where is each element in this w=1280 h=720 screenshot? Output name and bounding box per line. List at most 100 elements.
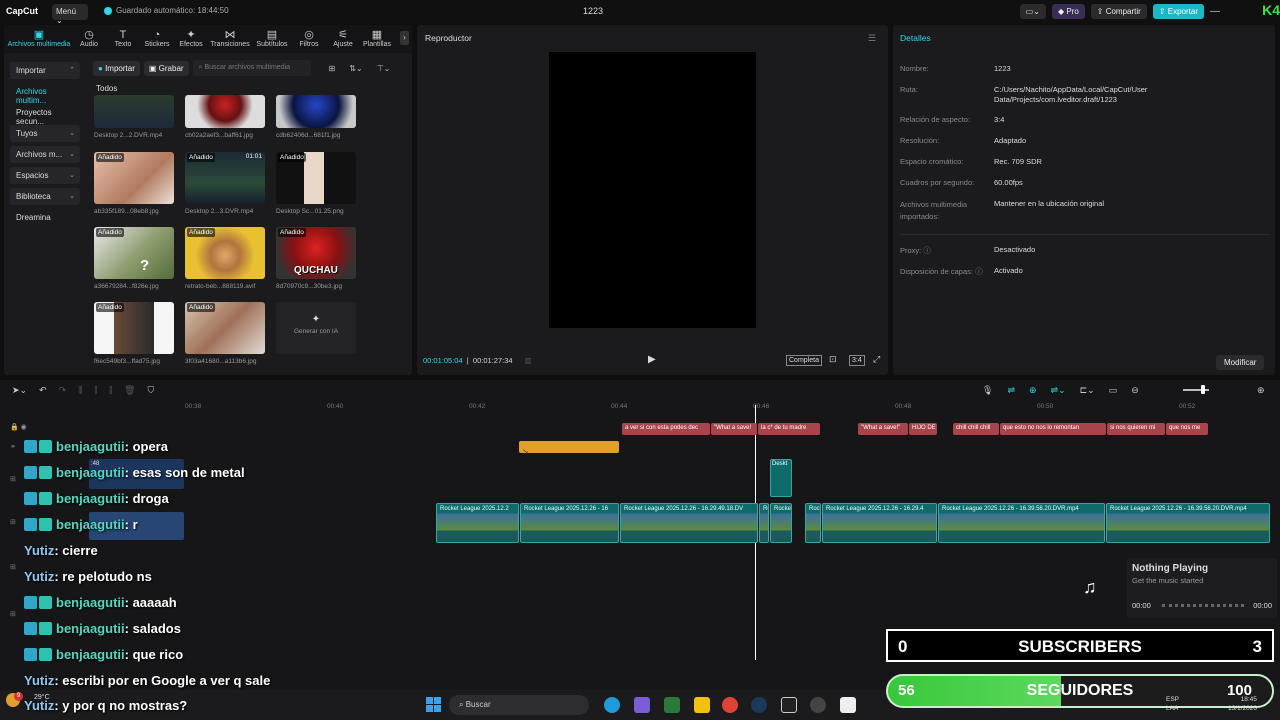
- delete-icon[interactable]: 🗑: [124, 385, 135, 396]
- steam-icon[interactable]: [751, 697, 767, 713]
- preview-axis-icon[interactable]: ⊏⌄: [1080, 385, 1095, 396]
- track-add-icon[interactable]: ⊞: [10, 610, 16, 618]
- epic-games-icon[interactable]: [781, 697, 797, 713]
- modify-button[interactable]: Modificar: [1216, 355, 1265, 370]
- text-clip[interactable]: a ver si con esta podes dec: [622, 423, 710, 435]
- track-add-icon[interactable]: ⊞: [10, 518, 16, 526]
- file-explorer-icon[interactable]: [694, 697, 710, 713]
- video-clip[interactable]: Rocket League 2025.12.26 - 16.39.58.20.D…: [1106, 503, 1270, 543]
- tab-adjust[interactable]: ⚟ Ajuste: [326, 27, 360, 48]
- share-button[interactable]: ⇪ Compartir: [1090, 4, 1147, 19]
- text-clip[interactable]: HIJO DE: [909, 423, 937, 435]
- crop-icon[interactable]: ⊡: [829, 354, 837, 365]
- magnet-icon[interactable]: ⊕: [1029, 385, 1037, 396]
- media-item[interactable]: Añadido retrato-beb...888119.avif: [185, 227, 265, 290]
- zoom-slider[interactable]: [1183, 389, 1209, 391]
- clock[interactable]: 18:45 13/1/2026: [1228, 695, 1257, 713]
- media-item[interactable]: Desktop 2...2.DVR.mp4: [94, 95, 174, 139]
- audio-clip[interactable]: ↘: [519, 441, 619, 456]
- language-indicator[interactable]: ESP LAA: [1166, 695, 1179, 713]
- view-grid-icon[interactable]: ⊞: [329, 64, 336, 73]
- zoom-out-icon[interactable]: ⊖: [1131, 385, 1139, 396]
- sidebar-item-import[interactable]: Importar ⌃: [10, 62, 80, 79]
- menu-button[interactable]: Menú ⌄: [52, 4, 88, 25]
- app-icon[interactable]: [810, 697, 826, 713]
- video-clip[interactable]: Ro: [759, 503, 769, 543]
- media-item[interactable]: Añadido 3f03a41680...a113b6.jpg: [185, 302, 265, 365]
- chevron-right-icon[interactable]: ›: [400, 31, 409, 45]
- caption-icon[interactable]: ▭: [1109, 385, 1118, 396]
- split-left-icon[interactable]: ⫿: [94, 385, 97, 396]
- video-clip[interactable]: Rocket League 2025.12.26 - 16.29.4: [822, 503, 937, 543]
- video-clip[interactable]: Roc: [805, 503, 821, 543]
- tab-subtitles[interactable]: ▤ Subtítulos: [252, 27, 292, 48]
- media-item[interactable]: Añadido ab335f189...08eb8.jpg: [94, 152, 174, 215]
- mic-icon[interactable]: 🎙: [982, 385, 993, 396]
- sidebar-item-files[interactable]: Archivos m... ⌄: [10, 146, 80, 163]
- timeline-ruler[interactable]: 00:38 00:40 00:42 00:44 00:46 00:48 00:5…: [185, 403, 1275, 413]
- sidebar-item-dreamina[interactable]: Dreamina: [10, 209, 80, 226]
- taskbar-search[interactable]: ⌕ Buscar: [449, 695, 589, 715]
- small-video-clip[interactable]: Deskt: [770, 459, 792, 497]
- tab-filters[interactable]: ◎ Filtros: [292, 27, 326, 48]
- track-add-icon[interactable]: ⊞: [10, 475, 16, 483]
- link-icon[interactable]: ⇌: [1007, 385, 1015, 396]
- tab-templates[interactable]: ▦ Plantillas: [360, 27, 394, 48]
- split-icon[interactable]: ⫼: [78, 385, 82, 396]
- search-input[interactable]: ⌕ Buscar archivos multimedia: [192, 60, 311, 76]
- media-item[interactable]: cb02a2aef3...baff61.jpg: [185, 95, 265, 139]
- chrome-icon[interactable]: [722, 697, 738, 713]
- media-item[interactable]: Añadido f6ec549bf3...ffad75.jpg: [94, 302, 174, 365]
- video-preview[interactable]: [549, 52, 756, 328]
- generate-ai-button[interactable]: ✦ Generar con IA: [276, 302, 356, 354]
- tab-text[interactable]: T Texto: [106, 27, 140, 48]
- record-button[interactable]: ▣ Grabar: [143, 60, 189, 76]
- app-icon[interactable]: [664, 697, 680, 713]
- eye-icon[interactable]: ◉: [21, 424, 27, 431]
- export-button[interactable]: ⇧ Exportar: [1152, 4, 1204, 19]
- tab-audio[interactable]: ◷ Audio: [72, 27, 106, 48]
- import-button[interactable]: ● Importar: [93, 60, 140, 76]
- app-icon[interactable]: [634, 697, 650, 713]
- text-clip[interactable]: si nos quieren mi: [1107, 423, 1165, 435]
- video-clip[interactable]: Rocket League 2025.12.2: [436, 503, 519, 543]
- shield-icon[interactable]: ⛉: [148, 385, 155, 396]
- sort-icon[interactable]: ⇅⌄: [349, 64, 362, 73]
- media-item[interactable]: cdb62406d...681f1.jpg: [276, 95, 356, 139]
- snap-icon[interactable]: ⇌⌄: [1051, 385, 1066, 396]
- text-clip[interactable]: "What a save!: [711, 423, 757, 435]
- layout-icon[interactable]: ▭⌄: [1019, 4, 1046, 19]
- text-clip[interactable]: que nos me: [1166, 423, 1208, 435]
- lock-icon[interactable]: 🔒: [10, 424, 19, 431]
- sidebar-item-library[interactable]: Biblioteca ⌄: [10, 188, 80, 205]
- text-clip[interactable]: la c* de tu madre: [758, 423, 820, 435]
- media-item[interactable]: Añadido QUCHAU 8d70970c9...30be3.jpg: [276, 227, 356, 290]
- minimize-icon[interactable]: —: [1210, 6, 1220, 17]
- text-clip[interactable]: "What a save!": [858, 423, 908, 435]
- edge-icon[interactable]: [604, 697, 620, 713]
- undo-icon[interactable]: ↶: [39, 385, 47, 396]
- filter-icon[interactable]: ⊤⌄: [377, 64, 391, 73]
- text-clip[interactable]: chill chill chill: [953, 423, 999, 435]
- text-clip[interactable]: que esto no nos lo remontan: [1000, 423, 1106, 435]
- media-item[interactable]: Añadido? a36679284...f826e.jpg: [94, 227, 174, 290]
- zoom-slider-handle[interactable]: [1201, 385, 1205, 394]
- track-add-icon[interactable]: ⊞: [10, 563, 16, 571]
- sidebar-item-yours[interactable]: Tuyos ⌄: [10, 125, 80, 142]
- ratio-button[interactable]: 3:4: [849, 355, 865, 366]
- windows-start-icon[interactable]: [426, 697, 442, 713]
- hamburger-icon[interactable]: ☰: [868, 33, 876, 44]
- fullscreen-icon[interactable]: ⤢: [873, 354, 880, 365]
- video-clip[interactable]: Rocket League 2025.12.26 - 16.29.49.18.D…: [620, 503, 758, 543]
- video-clip[interactable]: Rocke: [770, 503, 792, 543]
- media-item[interactable]: Añadido 01:01 Desktop 2...3.DVR.mp4: [185, 152, 265, 215]
- tab-transitions[interactable]: ⋈ Transiciones: [208, 27, 252, 48]
- tab-media[interactable]: ▣ Archivos multimedia: [6, 27, 72, 48]
- play-icon[interactable]: ▶: [648, 354, 656, 365]
- zoom-in-icon[interactable]: ⊕: [1257, 385, 1265, 396]
- sidebar-item-spaces[interactable]: Espacios ⌄: [10, 167, 80, 184]
- split-right-icon[interactable]: ⫿: [109, 385, 112, 396]
- fit-button[interactable]: Completa: [786, 355, 822, 366]
- video-clip[interactable]: Rocket League 2025.12.26 - 16.39.58.20.D…: [938, 503, 1105, 543]
- video-clip[interactable]: Rocket League 2025.12.26 - 16: [520, 503, 619, 543]
